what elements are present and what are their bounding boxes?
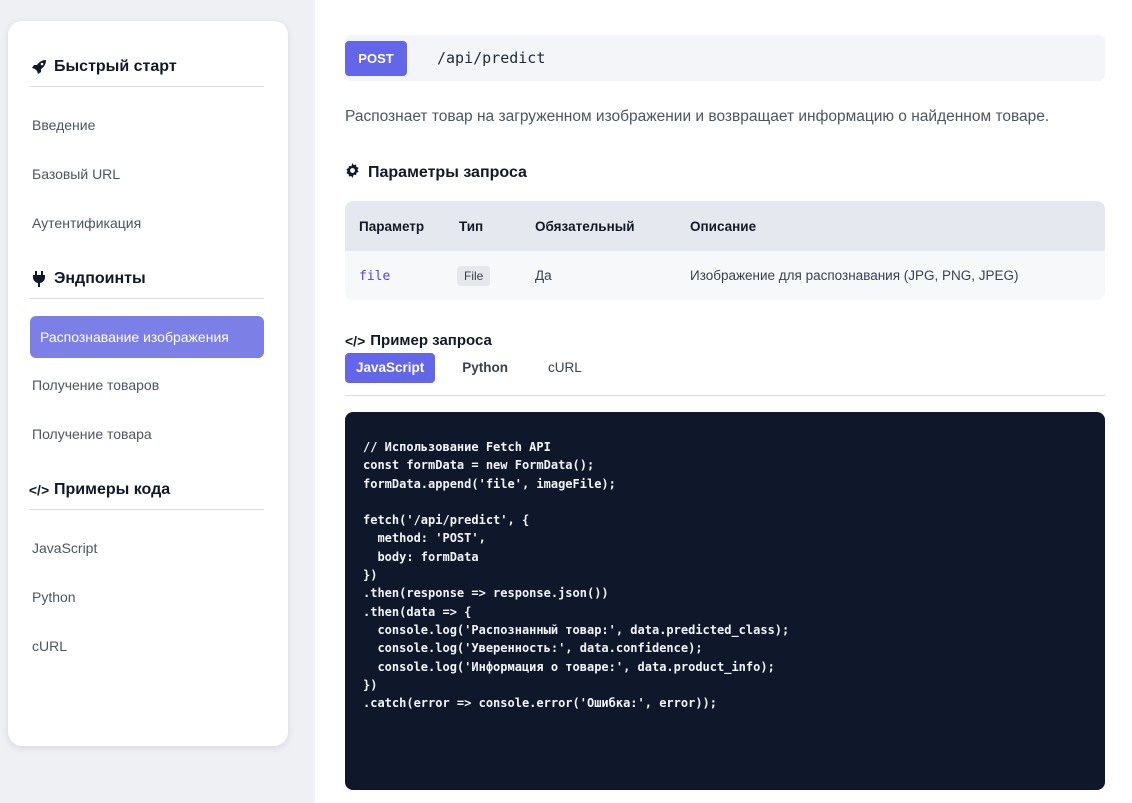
- sidebar-item-python[interactable]: Python: [30, 579, 264, 615]
- http-method-badge: POST: [345, 40, 407, 76]
- sidebar-item-curl[interactable]: cURL: [30, 628, 264, 664]
- endpoint-path: /api/predict: [437, 49, 546, 67]
- table-header-cell: Тип: [459, 218, 484, 234]
- table-row: file File Да Изображение для распознаван…: [345, 251, 1105, 300]
- endpoint-description: Распознает товар на загруженном изображе…: [345, 108, 1050, 125]
- sidebar-item-auth[interactable]: Аутентификация: [30, 205, 264, 241]
- sidebar-item-image-recognition[interactable]: Распознавание изображения: [30, 316, 264, 358]
- table-header-cell: Описание: [690, 218, 757, 234]
- code-tabs: JavaScript Python cURL: [345, 353, 1105, 396]
- table-header-row: Параметр Тип Обязательный Описание: [345, 201, 1105, 251]
- tab-python[interactable]: Python: [451, 353, 519, 383]
- sidebar-item-get-product[interactable]: Получение товара: [30, 416, 264, 452]
- table-header-cell: Обязательный: [535, 218, 635, 234]
- code-icon: </>: [345, 332, 366, 349]
- tab-javascript[interactable]: JavaScript: [345, 353, 436, 383]
- gear-icon: [345, 163, 360, 183]
- params-heading: Параметры запроса: [345, 163, 527, 183]
- params-heading-label: Параметры запроса: [368, 164, 527, 181]
- sidebar-heading-quickstart: Быстрый старт: [30, 47, 264, 87]
- sidebar-section-endpoints: Эндпоинты Распознавание изображения Полу…: [30, 241, 264, 452]
- sidebar-item-javascript[interactable]: JavaScript: [30, 530, 264, 566]
- code-icon: </>: [28, 481, 50, 498]
- param-type-badge: File: [457, 265, 491, 286]
- sidebar-item-get-products[interactable]: Получение товаров: [30, 367, 264, 403]
- sidebar-section-code-examples: </> Примеры кода JavaScript Python cURL: [28, 452, 264, 664]
- params-table: Параметр Тип Обязательный Описание file …: [345, 201, 1105, 300]
- sidebar-section-quickstart: Быстрый старт Введение Базовый URL Аутен…: [30, 21, 264, 241]
- sidebar-heading-label: Быстрый старт: [54, 57, 177, 75]
- example-heading-label: Пример запроса: [370, 332, 492, 349]
- rocket-icon: [30, 59, 48, 75]
- param-description: Изображение для распознавания (JPG, PNG,…: [690, 268, 1019, 283]
- sidebar-item-intro[interactable]: Введение: [30, 107, 264, 143]
- sidebar: Быстрый старт Введение Базовый URL Аутен…: [8, 21, 288, 746]
- sidebar-item-base-url[interactable]: Базовый URL: [30, 156, 264, 192]
- endpoint-bar: POST /api/predict: [345, 35, 1105, 81]
- tab-curl[interactable]: cURL: [537, 353, 593, 383]
- code-block: // Использование Fetch API const formDat…: [345, 412, 1105, 790]
- sidebar-heading-code-examples: </> Примеры кода: [28, 470, 264, 510]
- sidebar-heading-endpoints: Эндпоинты: [30, 259, 264, 299]
- plug-icon: [30, 270, 48, 287]
- param-required: Да: [535, 268, 552, 283]
- sidebar-heading-label: Примеры кода: [54, 480, 171, 498]
- param-name: file: [359, 268, 391, 284]
- table-header-cell: Параметр: [359, 218, 425, 234]
- example-heading: </> Пример запроса: [345, 332, 492, 349]
- sidebar-heading-label: Эндпоинты: [54, 269, 146, 287]
